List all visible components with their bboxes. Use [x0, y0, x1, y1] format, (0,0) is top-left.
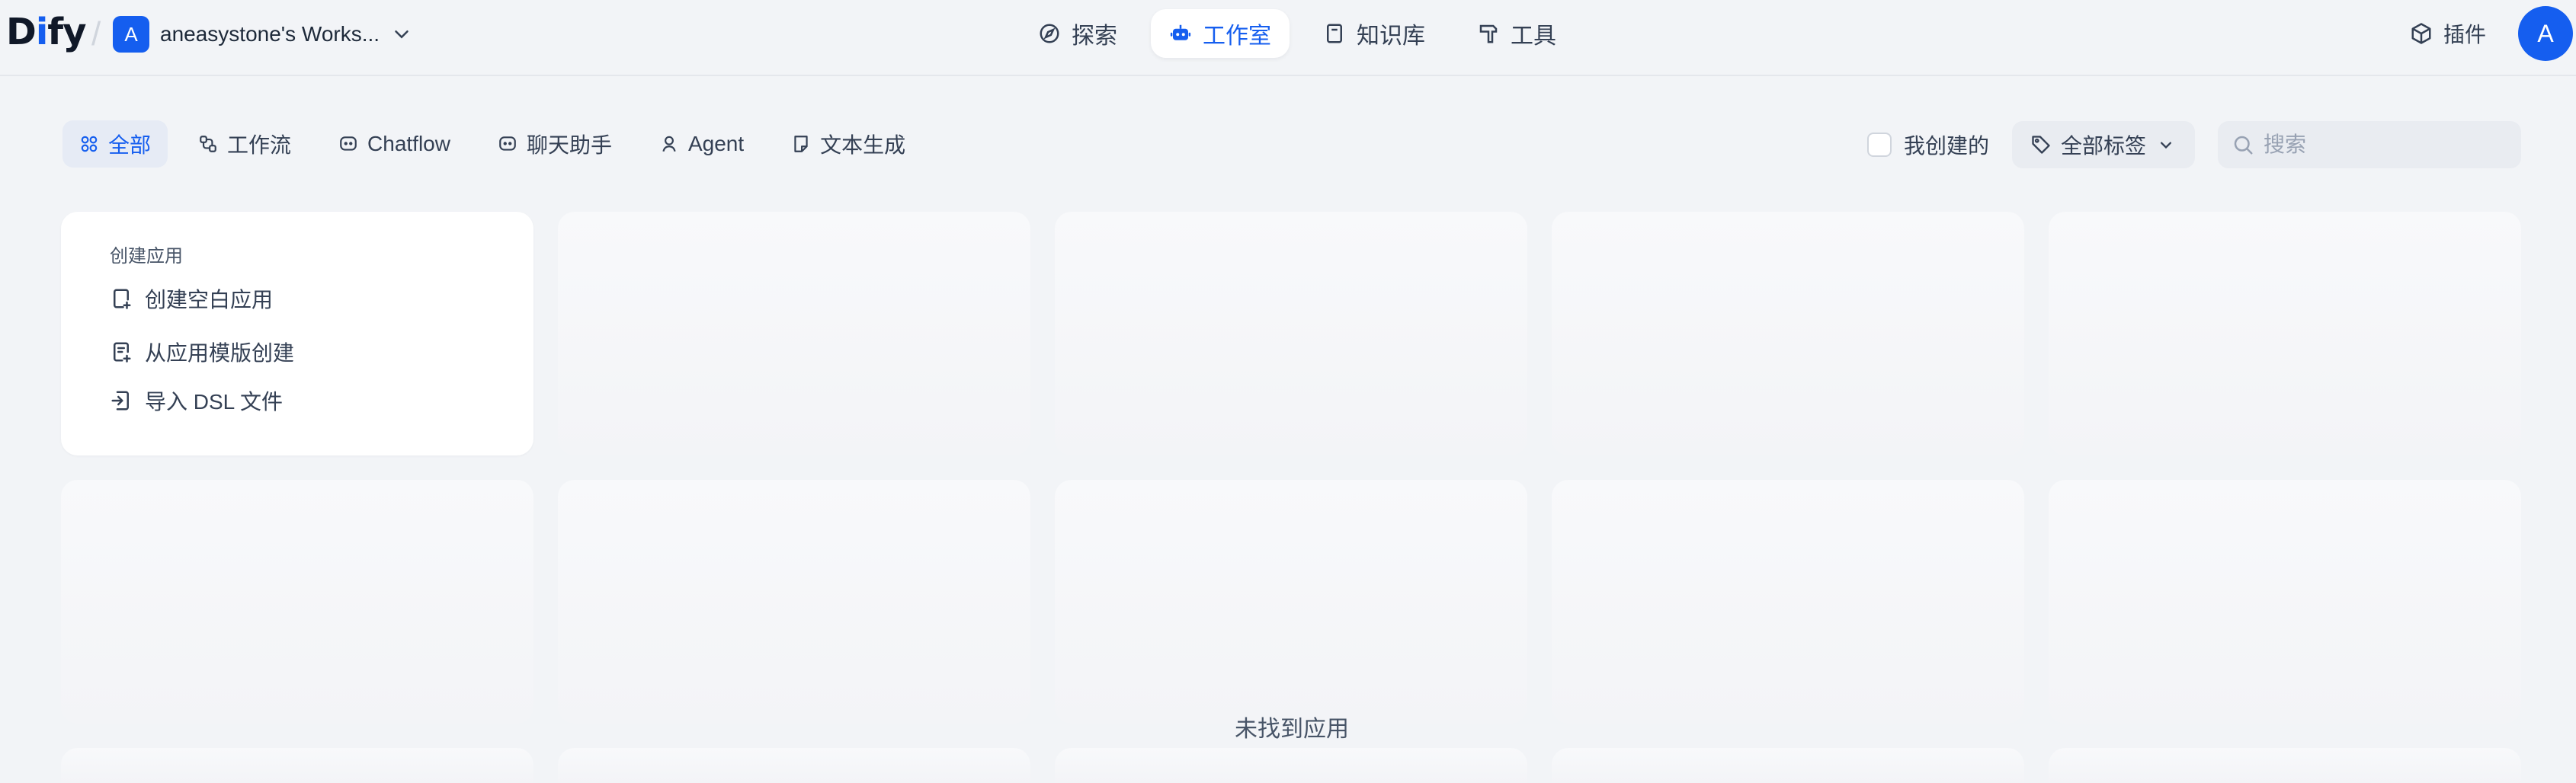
app-card-placeholder [2049, 480, 2521, 724]
created-by-me-label: 我创建的 [1903, 134, 1989, 158]
nav-label: 工作室 [1203, 24, 1271, 49]
cube-icon [2411, 23, 2431, 44]
create-app-card: 创建应用 创建空白应用 从应用模版创建 导入 DSL 文件 [61, 212, 533, 455]
tab-chat-assistant[interactable]: 聊天助手 [481, 120, 629, 168]
filter-tools: 我创建的 全部标签 [1866, 120, 2521, 169]
workflow-icon [200, 136, 216, 152]
tab-label: 文本生成 [820, 133, 906, 157]
app-card-placeholder [1055, 748, 1527, 783]
created-by-me-filter[interactable]: 我创建的 [1866, 129, 1989, 160]
app-card-placeholder [2049, 212, 2521, 455]
tab-label: 全部 [108, 133, 152, 157]
tab-agent[interactable]: Agent [642, 120, 761, 168]
nav-label: 探索 [1072, 24, 1117, 49]
main-nav: 探索 工作室 知识库 工具 [1020, 9, 1575, 58]
import-dsl-button[interactable]: 导入 DSL 文件 [110, 384, 283, 417]
created-by-me-checkbox[interactable] [1866, 133, 1892, 157]
tag-icon [2032, 136, 2050, 154]
logo-letter: f [47, 11, 63, 53]
chat-bubble-icon [499, 136, 516, 151]
nav-tools[interactable]: 工具 [1459, 9, 1575, 58]
app-card-placeholder [558, 212, 1030, 455]
workspace-switcher[interactable]: A aneasystone's Works... [113, 15, 413, 53]
nav-label: 工具 [1511, 24, 1556, 49]
app-card-placeholder [61, 748, 533, 783]
workspace-name: aneasystone's Works... [160, 22, 380, 46]
nav-knowledge[interactable]: 知识库 [1305, 9, 1443, 58]
logo-letter: i [35, 11, 48, 53]
book-icon [1327, 24, 1342, 43]
app-card-placeholder [1552, 748, 2024, 783]
logo-letter: D [6, 11, 37, 53]
agent-icon [662, 136, 676, 152]
app-card-placeholder [1552, 212, 2024, 455]
tab-text-generation[interactable]: 文本生成 [774, 120, 922, 168]
document-icon [794, 136, 808, 152]
create-from-template-button[interactable]: 从应用模版创建 [110, 335, 294, 369]
logo-letter: y [62, 11, 86, 53]
create-blank-app-button[interactable]: 创建空白应用 [110, 282, 273, 315]
grid-icon [81, 136, 98, 152]
compass-icon [1040, 24, 1059, 43]
app-card-placeholder [558, 748, 1030, 783]
search-icon [2234, 136, 2253, 155]
chevron-down-icon [2161, 142, 2171, 149]
app-type-tabs: 全部 工作流 Chatflow 聊天助手 Agent 文本生成 [62, 120, 922, 168]
search-input[interactable] [2264, 133, 2507, 157]
tab-label: 工作流 [227, 133, 292, 157]
chat-bubble-icon [340, 136, 357, 151]
tab-label: 聊天助手 [526, 133, 612, 157]
plugins-label: 插件 [2443, 23, 2487, 46]
app-card-placeholder [1055, 212, 1527, 455]
file-plus-icon [114, 289, 131, 309]
tab-workflow[interactable]: 工作流 [181, 120, 308, 168]
dify-logo[interactable]: Dify [6, 11, 86, 53]
app-card-placeholder [558, 480, 1030, 724]
chevron-down-icon [395, 30, 409, 39]
workspace-avatar: A [113, 16, 149, 53]
nav-label: 知识库 [1357, 24, 1425, 49]
user-avatar[interactable]: A [2518, 6, 2573, 61]
no-apps-message: 未找到应用 [1235, 717, 1349, 742]
tab-chatflow[interactable]: Chatflow [322, 120, 467, 168]
create-item-label: 从应用模版创建 [145, 341, 295, 365]
top-bar: Dify / A aneasystone's Works... 探索 工作室 知… [0, 0, 2576, 76]
create-app-title: 创建应用 [110, 246, 183, 267]
app-card-placeholder [61, 480, 533, 724]
tag-filter-label: 全部标签 [2060, 134, 2146, 158]
search-box[interactable] [2218, 121, 2521, 168]
tab-all[interactable]: 全部 [62, 120, 168, 168]
app-card-placeholder [1055, 480, 1527, 724]
template-icon [114, 342, 131, 363]
create-item-label: 创建空白应用 [145, 288, 274, 312]
app-card-placeholder [2049, 748, 2521, 783]
tab-label: Chatflow [367, 132, 450, 155]
tag-filter-dropdown[interactable]: 全部标签 [2011, 121, 2195, 168]
divider: / [91, 15, 101, 53]
robot-icon [1170, 24, 1191, 40]
nav-studio[interactable]: 工作室 [1151, 9, 1290, 58]
hammer-icon [1479, 24, 1498, 43]
create-item-label: 导入 DSL 文件 [145, 390, 283, 414]
nav-explore[interactable]: 探索 [1020, 9, 1136, 58]
tab-label: Agent [687, 132, 745, 155]
import-icon [111, 391, 129, 411]
app-card-placeholder [1552, 480, 2024, 724]
plugins-button[interactable]: 插件 [2410, 15, 2486, 52]
